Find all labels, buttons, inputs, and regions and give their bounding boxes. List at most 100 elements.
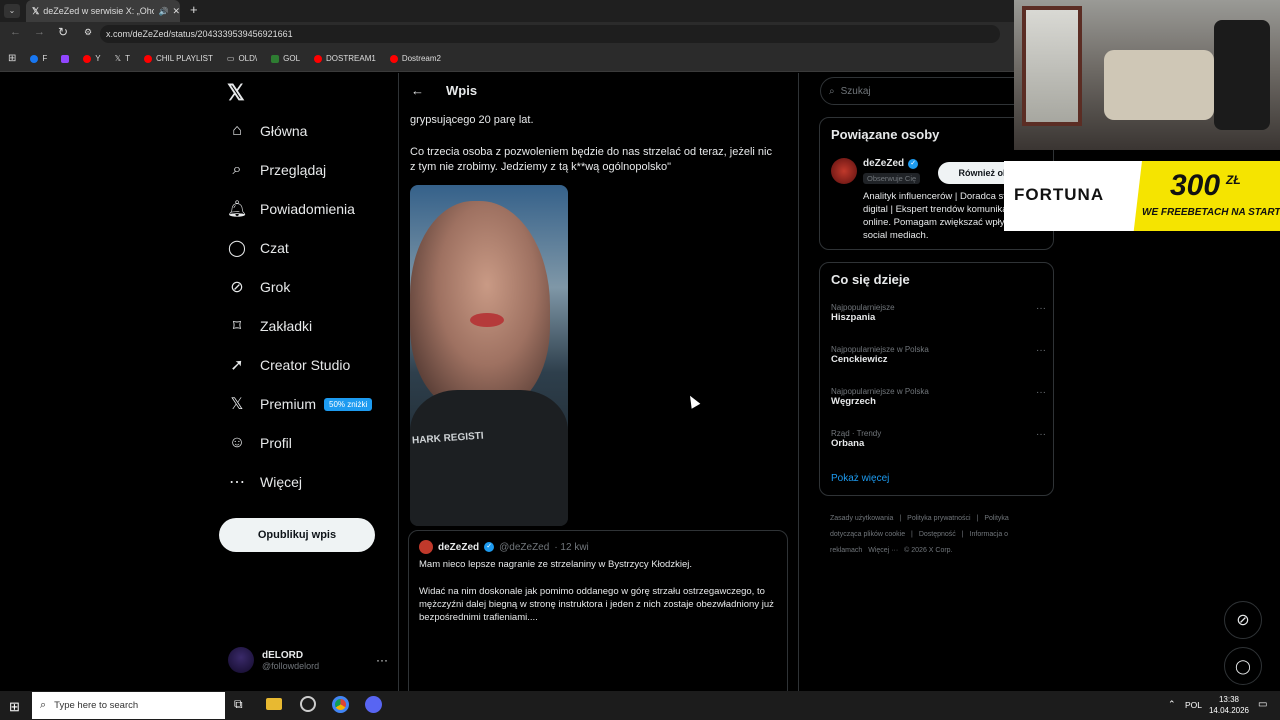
x-icon: 𝕏 [114, 54, 122, 63]
grok-floating-button[interactable]: ⊘ [1224, 601, 1262, 639]
footer-link-more[interactable]: © 2026 X Corp. [904, 547, 952, 554]
trend-item[interactable]: Najpopularniejsze w Polska Cenckiewicz ·… [831, 345, 1046, 365]
close-tab-icon[interactable]: ✕ [172, 6, 180, 17]
nav-premium[interactable]: 𝕏 Premium 50% zniżki [228, 390, 398, 418]
apps-icon[interactable]: ⊞ [8, 53, 16, 64]
youtube-icon [314, 54, 323, 63]
post-video[interactable]: HARK REGISTI [410, 185, 568, 526]
taskbar-search-input[interactable]: Type here to search [54, 700, 138, 711]
account-switcher[interactable]: dELORD @followdelord ··· [228, 647, 388, 673]
webcam-window [1022, 6, 1082, 126]
nav-profile[interactable]: ☺ Profil [228, 429, 398, 457]
x-logo-icon[interactable]: 𝕏 [227, 80, 245, 106]
mouse-cursor-icon [685, 393, 701, 409]
nav-creator-studio[interactable]: ➚ Creator Studio [228, 351, 398, 379]
trend-item[interactable]: Najpopularniejsze w Polska Węgrzech ··· [831, 387, 1046, 407]
clock-date: 14.04.2026 [1208, 706, 1250, 715]
webcam-overlay [1014, 0, 1280, 150]
bookmark-icon: ⌑ [232, 318, 242, 335]
back-icon[interactable]: ← [10, 26, 21, 38]
chrome-icon[interactable] [332, 696, 349, 713]
account-name: dELORD [262, 649, 304, 661]
bookmark-dostream1[interactable]: DOSTREAM1 [314, 54, 376, 63]
obs-icon[interactable] [300, 696, 316, 712]
nav-more[interactable]: ⋯ Więcej [228, 468, 398, 496]
nav-home[interactable]: ⌂ Główna [228, 117, 398, 145]
youtube-icon [389, 54, 398, 63]
home-icon: ⌂ [232, 122, 242, 139]
person-name[interactable]: deZeZed [863, 158, 904, 169]
grok-icon: ⊘ [1236, 612, 1250, 629]
youtube-icon [143, 54, 152, 63]
tray-chevron-icon[interactable]: ⌃ [1168, 699, 1176, 710]
bookmark-dostream2[interactable]: Dostream2 [389, 54, 441, 63]
taskbar-search[interactable]: ⌕ Type here to search [32, 692, 225, 719]
language-indicator[interactable]: POL [1185, 700, 1202, 710]
follows-you-badge: Obserwuje Cię [863, 173, 921, 184]
left-nav: ⌂ Główna ⌕ Przeglądaj 🔔︎ Powiadomienia ◯ Cza… [227, 117, 398, 496]
nav-notifications[interactable]: 🔔︎ Powiadomienia [227, 195, 398, 223]
tab-list-button[interactable]: ⌄ [4, 4, 20, 18]
notifications-icon[interactable]: ▭ [1258, 699, 1267, 710]
show-more-link[interactable]: Pokaż więcej [831, 473, 889, 484]
quoted-avatar [419, 540, 433, 554]
bookmark-t[interactable]: 𝕏T [115, 54, 130, 63]
trend-item[interactable]: Najpopularniejsze Hiszpania ··· [831, 303, 1046, 323]
footer-link-privacy[interactable]: Polityka prywatności [907, 515, 970, 522]
search-box[interactable]: ⌕ Szukaj [820, 77, 1040, 105]
site-info-icon[interactable]: ⚙ [84, 27, 92, 38]
footer-link-accessibility[interactable]: Dostępność [919, 531, 956, 538]
bookmark-twitch[interactable] [61, 54, 70, 63]
facebook-icon [30, 54, 39, 63]
chat-floating-button[interactable]: ◯ [1224, 647, 1262, 685]
file-explorer-icon[interactable] [266, 698, 282, 710]
nav-grok[interactable]: ⊘ Grok [228, 273, 398, 301]
bookmark-y[interactable]: Y [83, 54, 101, 63]
bookmark-f[interactable]: F [30, 54, 47, 63]
bookmark-old[interactable]: ▭ OLD\ [227, 54, 257, 63]
avatar[interactable] [831, 158, 857, 184]
trends-title: Co się dzieje [831, 272, 910, 287]
bookmark-chil[interactable]: CHIL PLAYLIST [143, 54, 213, 63]
nav-chat[interactable]: ◯ Czat [228, 234, 398, 262]
clock[interactable]: 13:38 14.04.2026 [1208, 694, 1250, 716]
more-icon[interactable]: ··· [376, 653, 388, 667]
x-icon: 𝕏 [230, 396, 244, 413]
discord-icon[interactable] [365, 696, 382, 713]
clock-time: 13:38 [1218, 695, 1240, 704]
folder-icon: ▭ [226, 54, 235, 63]
browser-tab[interactable]: 𝕏 deZeZed w serwisie X: „Oho 🔊 ✕ [26, 0, 180, 22]
fortuna-logo: FORTUNA [1014, 185, 1105, 204]
windows-start-icon[interactable]: ⊞ [9, 699, 20, 715]
footer-link-terms[interactable]: Zasady użytkowania [830, 515, 893, 522]
back-arrow-icon[interactable]: ← [411, 83, 424, 98]
publish-button[interactable]: Opublikuj wpis [219, 518, 375, 552]
more-icon[interactable]: ··· [1036, 387, 1046, 398]
nav-explore[interactable]: ⌕ Przeglądaj [228, 156, 398, 184]
quoted-post[interactable]: deZeZed ✓ @deZeZed · 12 kwi Mam nieco le… [408, 530, 788, 700]
quoted-author-handle: @deZeZed [499, 541, 550, 553]
forward-icon[interactable]: → [34, 26, 45, 38]
audio-icon[interactable]: 🔊 [158, 7, 168, 16]
fortuna-tagline: WE FREEBETACH NA START [1142, 207, 1280, 218]
post-header: ← Wpis [399, 73, 798, 107]
search-icon: ⌕ [232, 161, 242, 178]
footer-links: Zasady użytkowania | Polityka prywatnośc… [830, 515, 1009, 554]
new-tab-button[interactable]: + [190, 2, 198, 17]
video-mouth [470, 313, 504, 327]
url-field[interactable]: x.com/deZeZed/status/2043339539456921661 [100, 25, 1000, 43]
trend-item[interactable]: Rząd · Trendy Orbana ··· [831, 429, 1046, 449]
more-icon[interactable]: ··· [1036, 345, 1046, 356]
nav-bookmarks[interactable]: ⌑ Zakładki [228, 312, 398, 340]
account-handle: @followdelord [262, 660, 320, 671]
avatar [228, 647, 254, 673]
rocket-icon: ➚ [230, 357, 244, 374]
bookmark-gol[interactable]: GOL [271, 54, 300, 63]
task-view-icon[interactable]: ⧉ [234, 697, 243, 712]
reload-icon[interactable]: ↻ [58, 25, 68, 39]
more-icon[interactable]: ··· [1036, 429, 1046, 440]
more-icon[interactable]: ··· [1036, 303, 1046, 314]
search-input[interactable]: Szukaj [841, 86, 871, 97]
gol-icon [271, 54, 280, 63]
trends-card: Co się dzieje Najpopularniejsze Hiszpani… [819, 262, 1054, 496]
